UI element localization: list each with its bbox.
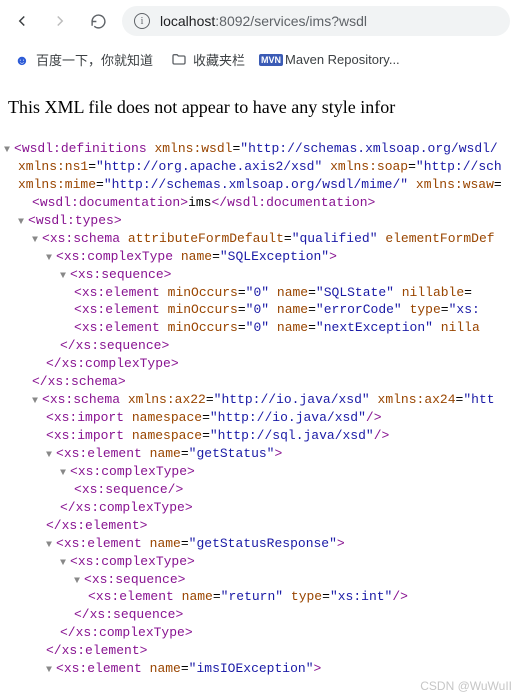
xml-line[interactable]: ▼<xs:sequence> [4, 571, 514, 589]
disclosure-triangle-icon[interactable]: ▼ [32, 234, 42, 248]
bookmark-baidu[interactable]: ☻ 百度一下，你就知道 [14, 50, 153, 69]
xml-line[interactable]: ▼<xs:complexType name="SQLException"> [4, 248, 514, 266]
xml-line[interactable]: ▼<xs:complexType> [4, 463, 514, 481]
xml-line[interactable]: ▼<xs:complexType> [4, 553, 514, 571]
bookmark-folder-fav[interactable]: 收藏夹栏 [171, 50, 245, 69]
xml-line[interactable]: ▼<wsdl:types> [4, 212, 514, 230]
xml-line: <xs:element minOccurs="0" name="SQLState… [4, 284, 514, 302]
xml-tree: ▼<wsdl:definitions xmlns:wsdl="http://sc… [0, 140, 518, 678]
watermark-text: CSDN @WuWuII [420, 679, 512, 693]
bookmark-label: 百度一下，你就知道 [36, 50, 153, 69]
xml-line: <xs:import namespace="http://sql.java/xs… [4, 427, 514, 445]
address-bar[interactable]: i localhost:8092/services/ims?wsdl [122, 6, 510, 36]
bookmark-label: 收藏夹栏 [193, 50, 245, 69]
xml-line: <xs:import namespace="http://io.java/xsd… [4, 409, 514, 427]
disclosure-triangle-icon[interactable]: ▼ [46, 252, 56, 266]
xml-line: </xs:complexType> [4, 624, 514, 642]
xml-line: <xs:element minOccurs="0" name="errorCod… [4, 301, 514, 319]
xml-line[interactable]: ▼<xs:element name="getStatus"> [4, 445, 514, 463]
xml-style-notice: This XML file does not appear to have an… [0, 79, 518, 140]
xml-line: xmlns:ns1="http://org.apache.axis2/xsd" … [4, 158, 514, 176]
url-text: localhost:8092/services/ims?wsdl [160, 13, 367, 29]
disclosure-triangle-icon[interactable]: ▼ [46, 449, 56, 463]
bookmarks-bar: ☻ 百度一下，你就知道 收藏夹栏 MVN Maven Repository... [0, 42, 518, 79]
xml-line: <xs:element name="return" type="xs:int"/… [4, 588, 514, 606]
bookmark-maven[interactable]: MVN Maven Repository... [263, 52, 400, 68]
site-info-icon[interactable]: i [134, 13, 150, 29]
baidu-icon: ☻ [14, 52, 30, 68]
disclosure-triangle-icon[interactable]: ▼ [60, 557, 70, 571]
xml-line[interactable]: ▼<xs:schema xmlns:ax22="http://io.java/x… [4, 391, 514, 409]
disclosure-triangle-icon[interactable]: ▼ [46, 664, 56, 678]
xml-line: </xs:complexType> [4, 355, 514, 373]
xml-line[interactable]: ▼<xs:sequence> [4, 266, 514, 284]
xml-line: </xs:element> [4, 642, 514, 660]
mvn-icon: MVN [263, 52, 279, 68]
disclosure-triangle-icon[interactable]: ▼ [74, 575, 84, 589]
xml-line[interactable]: ▼<wsdl:definitions xmlns:wsdl="http://sc… [4, 140, 514, 158]
disclosure-triangle-icon[interactable]: ▼ [60, 270, 70, 284]
xml-line: <wsdl:documentation>ims</wsdl:documentat… [4, 194, 514, 212]
xml-line: <xs:sequence/> [4, 481, 514, 499]
forward-button[interactable] [46, 7, 74, 35]
xml-line: </xs:sequence> [4, 606, 514, 624]
xml-line[interactable]: ▼<xs:element name="imsIOException"> [4, 660, 514, 678]
disclosure-triangle-icon[interactable]: ▼ [46, 539, 56, 553]
bookmark-label: Maven Repository... [285, 52, 400, 67]
xml-line: xmlns:mime="http://schemas.xmlsoap.org/w… [4, 176, 514, 194]
disclosure-triangle-icon[interactable]: ▼ [18, 216, 28, 230]
xml-line: <xs:element minOccurs="0" name="nextExce… [4, 319, 514, 337]
xml-line[interactable]: ▼<xs:element name="getStatusResponse"> [4, 535, 514, 553]
xml-line: </xs:schema> [4, 373, 514, 391]
reload-button[interactable] [84, 7, 112, 35]
xml-line: </xs:complexType> [4, 499, 514, 517]
xml-line[interactable]: ▼<xs:schema attributeFormDefault="qualif… [4, 230, 514, 248]
xml-line: </xs:element> [4, 517, 514, 535]
disclosure-triangle-icon[interactable]: ▼ [4, 144, 14, 158]
browser-toolbar: i localhost:8092/services/ims?wsdl [0, 0, 518, 42]
folder-icon [171, 52, 187, 68]
back-button[interactable] [8, 7, 36, 35]
disclosure-triangle-icon[interactable]: ▼ [60, 467, 70, 481]
xml-line: </xs:sequence> [4, 337, 514, 355]
disclosure-triangle-icon[interactable]: ▼ [32, 395, 42, 409]
